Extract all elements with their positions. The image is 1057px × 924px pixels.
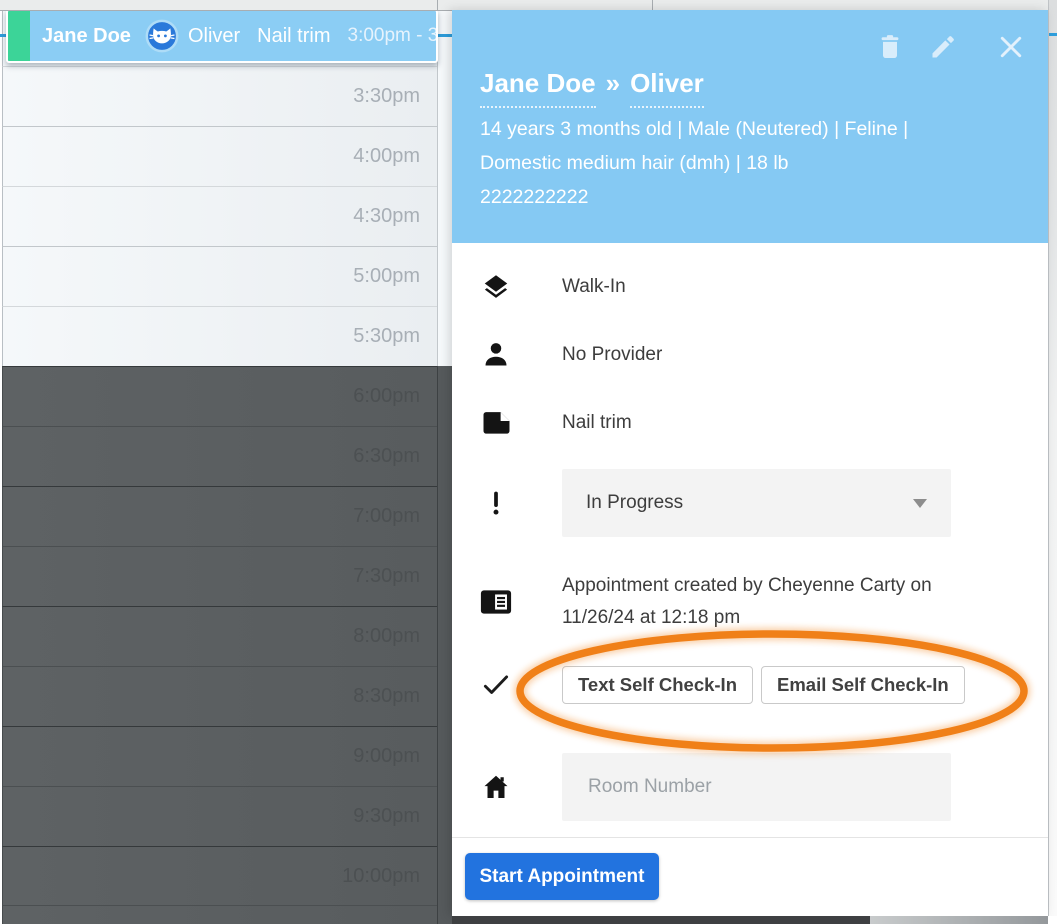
calendar-grid: 3:30pm 4:00pm 4:30pm 5:00pm 5:30pm 6:00pm 6:30…: [0, 0, 455, 924]
time-slot-label: 6:00pm: [353, 385, 420, 408]
horizontal-scrollbar-track[interactable]: [870, 916, 1048, 924]
time-slot-label: 4:00pm: [353, 145, 420, 168]
patient-details-line1: 14 years 3 months old | Male (Neutered) …: [480, 112, 1040, 146]
created-note: Appointment created by Cheyenne Carty on…: [562, 570, 976, 634]
patient-details-line2: Domestic medium hair (dmh) | 18 lb: [480, 146, 1040, 180]
time-slot-label: 8:30pm: [353, 685, 420, 708]
horizontal-scrollbar-thumb[interactable]: [452, 916, 870, 924]
time-slot-row[interactable]: 5:00pm: [2, 246, 437, 306]
chevron-down-icon: [913, 499, 927, 508]
time-slot-row[interactable]: 6:00pm: [2, 366, 437, 426]
patient-details: 14 years 3 months old | Male (Neutered) …: [480, 112, 1040, 214]
service-label: Nail trim: [562, 412, 632, 434]
app-screen: 3:30pm 4:00pm 4:30pm 5:00pm 5:30pm 6:00pm 6:30…: [0, 0, 1057, 924]
note-card-icon: [480, 589, 512, 615]
provider-label: No Provider: [562, 344, 662, 366]
person-icon: [480, 340, 512, 370]
time-slot-row[interactable]: 6:30pm: [2, 426, 437, 486]
close-icon[interactable]: [997, 32, 1025, 62]
appointment-status-strip: [8, 11, 30, 61]
time-slot-row[interactable]: 7:30pm: [2, 546, 437, 606]
text-self-checkin-button[interactable]: Text Self Check-In: [562, 666, 753, 704]
note-icon: [480, 410, 512, 436]
check-icon: [480, 670, 512, 700]
column-divider: [437, 0, 438, 10]
time-slot-label: 6:30pm: [353, 445, 420, 468]
client-phone: 2222222222: [480, 180, 1040, 214]
appointment-patient-name: Oliver: [188, 25, 240, 48]
time-slot-label: 8:00pm: [353, 625, 420, 648]
time-slot-row[interactable]: 10:00pm: [2, 846, 437, 906]
time-slot-label: 5:00pm: [353, 265, 420, 288]
start-appointment-button[interactable]: Start Appointment: [465, 853, 659, 900]
delete-icon[interactable]: [876, 32, 904, 62]
time-slot-row[interactable]: 9:00pm: [2, 726, 437, 786]
time-slot-row[interactable]: [2, 905, 437, 924]
appointment-block[interactable]: Jane Doe Oliver Nail trim 3:00pm - 3:30p…: [6, 9, 438, 63]
appointment-client-name: Jane Doe: [42, 25, 131, 48]
client-name-link[interactable]: Jane Doe: [480, 68, 596, 108]
home-icon: [480, 772, 512, 802]
time-slot-row[interactable]: 8:00pm: [2, 606, 437, 666]
appointment-type-row: Walk-In: [480, 269, 626, 305]
title-separator: »: [606, 68, 620, 98]
appointment-detail-panel: Jane Doe » Oliver 14 years 3 months old | …: [452, 10, 1048, 916]
time-slot-label: 7:00pm: [353, 505, 420, 528]
time-slot-label: 3:30pm: [353, 85, 420, 108]
status-row: In Progress: [480, 469, 951, 537]
vertical-scrollbar-gutter[interactable]: [1048, 0, 1057, 916]
room-row: [480, 753, 951, 821]
appointment-service: Nail trim: [257, 25, 330, 48]
time-slot-row[interactable]: 8:30pm: [2, 666, 437, 726]
time-slot-label: 4:30pm: [353, 205, 420, 228]
provider-row: No Provider: [480, 337, 662, 373]
time-slot-label: 9:30pm: [353, 805, 420, 828]
current-time-indicator: [1049, 33, 1057, 36]
time-slot-row[interactable]: 4:00pm: [2, 126, 437, 186]
patient-name-link[interactable]: Oliver: [630, 68, 704, 108]
status-dropdown[interactable]: In Progress: [562, 469, 951, 537]
appointment-type-label: Walk-In: [562, 276, 626, 298]
email-self-checkin-button[interactable]: Email Self Check-In: [761, 666, 965, 704]
self-checkin-row: Text Self Check-In Email Self Check-In: [480, 665, 973, 705]
layers-icon: [480, 272, 512, 302]
time-slot-row[interactable]: 3:30pm: [2, 66, 437, 126]
time-slot-label: 10:00pm: [342, 865, 420, 888]
cat-avatar-icon: [145, 19, 179, 53]
created-note-row: Appointment created by Cheyenne Carty on…: [480, 563, 976, 641]
time-slot-row[interactable]: 9:30pm: [2, 786, 437, 846]
service-row: Nail trim: [480, 405, 632, 441]
time-slot-row[interactable]: 7:00pm: [2, 486, 437, 546]
column-divider: [652, 0, 653, 10]
time-slot-row[interactable]: 5:30pm: [2, 306, 437, 366]
room-number-input[interactable]: [562, 753, 951, 821]
panel-title: Jane Doe » Oliver: [480, 68, 704, 108]
footer-divider: [452, 837, 1048, 838]
appointment-time-range: 3:00pm - 3:30pm: [348, 25, 438, 47]
status-value: In Progress: [586, 492, 683, 514]
time-slot-label: 7:30pm: [353, 565, 420, 588]
panel-header: Jane Doe » Oliver 14 years 3 months old | …: [452, 10, 1048, 243]
time-slot-row[interactable]: 4:30pm: [2, 186, 437, 246]
edit-icon[interactable]: [929, 32, 957, 62]
time-slot-label: 9:00pm: [353, 745, 420, 768]
scrollbar-corner: [1048, 916, 1057, 924]
exclamation-icon: [480, 489, 512, 517]
time-slot-label: 5:30pm: [353, 325, 420, 348]
